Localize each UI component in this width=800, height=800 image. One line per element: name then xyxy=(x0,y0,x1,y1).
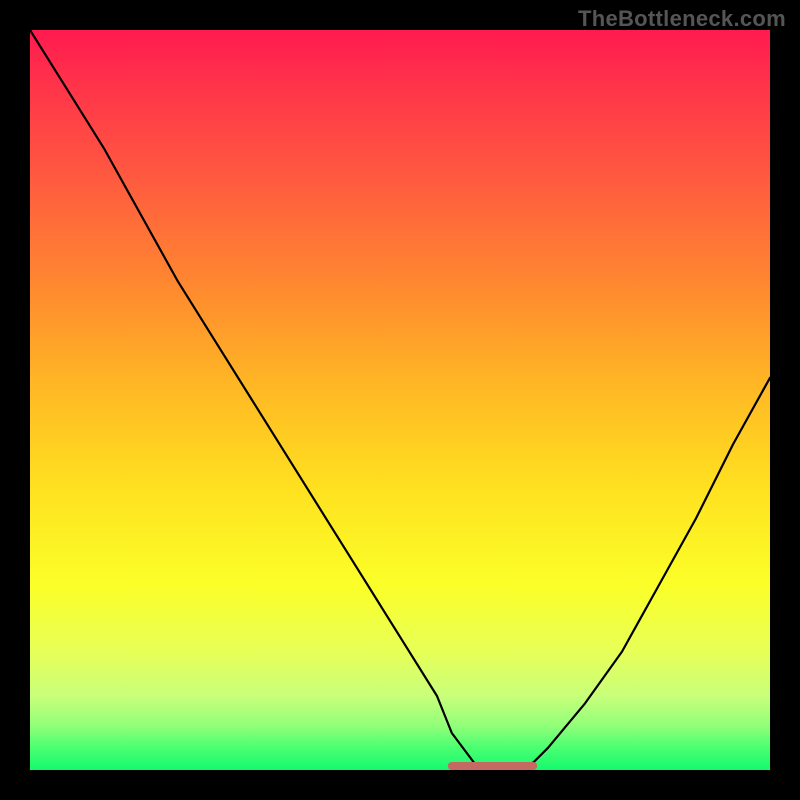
plot-area xyxy=(30,30,770,770)
chart-frame: TheBottleneck.com xyxy=(0,0,800,800)
curve-path xyxy=(30,30,770,770)
chart-svg xyxy=(30,30,770,770)
watermark-label: TheBottleneck.com xyxy=(578,6,786,32)
